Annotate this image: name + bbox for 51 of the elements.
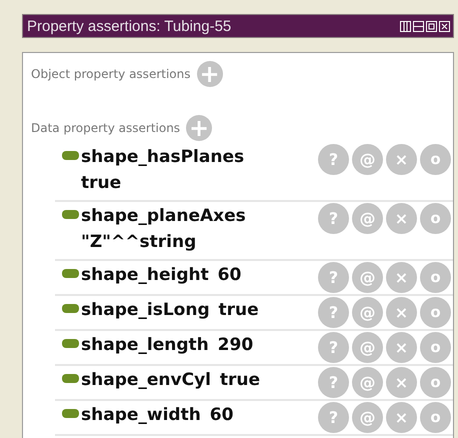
data-property-icon <box>62 151 79 160</box>
annotate-button[interactable]: @ <box>352 402 383 433</box>
section-label: Object property assertions <box>31 67 190 81</box>
explain-button[interactable]: ? <box>318 262 349 293</box>
delete-button[interactable]: × <box>386 367 417 398</box>
explain-button[interactable]: ? <box>318 402 349 433</box>
edit-button[interactable]: o <box>420 144 451 175</box>
delete-button[interactable]: × <box>386 203 417 234</box>
data-property-icon <box>62 210 79 219</box>
split-horizontal-icon[interactable] <box>413 20 424 32</box>
assertion-text: shape_length 290 <box>81 334 254 357</box>
annotate-button[interactable]: @ <box>352 297 383 328</box>
panel-title: Property assertions: Tubing-55 <box>27 18 232 34</box>
close-icon[interactable] <box>439 20 450 32</box>
assertion-text: shape_width 60 <box>81 404 234 427</box>
annotate-button[interactable]: @ <box>352 367 383 398</box>
explain-button[interactable]: ? <box>318 297 349 328</box>
annotate-button[interactable]: @ <box>352 262 383 293</box>
data-property-icon <box>62 269 79 278</box>
assertion-text: shape_isLong true <box>81 299 260 322</box>
assertion-text: shape_planeAxes "Z"^^string <box>81 205 247 254</box>
delete-button[interactable]: × <box>386 262 417 293</box>
delete-button[interactable]: × <box>386 332 417 363</box>
data-property-icon <box>62 339 79 348</box>
edit-button[interactable]: o <box>420 203 451 234</box>
delete-button[interactable]: × <box>386 297 417 328</box>
assertion-text: shape_envCyl true <box>81 369 262 392</box>
annotate-button[interactable]: @ <box>352 332 383 363</box>
data-property-icon <box>62 409 79 418</box>
delete-button[interactable]: × <box>386 144 417 175</box>
edit-button[interactable]: o <box>420 262 451 293</box>
explain-button[interactable]: ? <box>318 332 349 363</box>
add-button[interactable]: + <box>196 61 222 87</box>
maximize-icon[interactable] <box>426 20 437 32</box>
data-property-icon <box>62 374 79 383</box>
split-vertical-icon[interactable] <box>400 20 411 32</box>
annotate-button[interactable]: @ <box>352 144 383 175</box>
explain-button[interactable]: ? <box>318 203 349 234</box>
annotate-button[interactable]: @ <box>352 203 383 234</box>
data-property-icon <box>62 304 79 313</box>
edit-button[interactable]: o <box>420 367 451 398</box>
edit-button[interactable]: o <box>420 402 451 433</box>
edit-button[interactable]: o <box>420 332 451 363</box>
explain-button[interactable]: ? <box>318 367 349 398</box>
assertion-text: shape_height 60 <box>81 264 242 287</box>
add-button[interactable]: + <box>186 115 212 141</box>
section-label: Data property assertions <box>31 121 180 135</box>
assertion-text: shape_hasPlanes true <box>81 146 246 195</box>
explain-button[interactable]: ? <box>318 144 349 175</box>
edit-button[interactable]: o <box>420 297 451 328</box>
delete-button[interactable]: × <box>386 402 417 433</box>
